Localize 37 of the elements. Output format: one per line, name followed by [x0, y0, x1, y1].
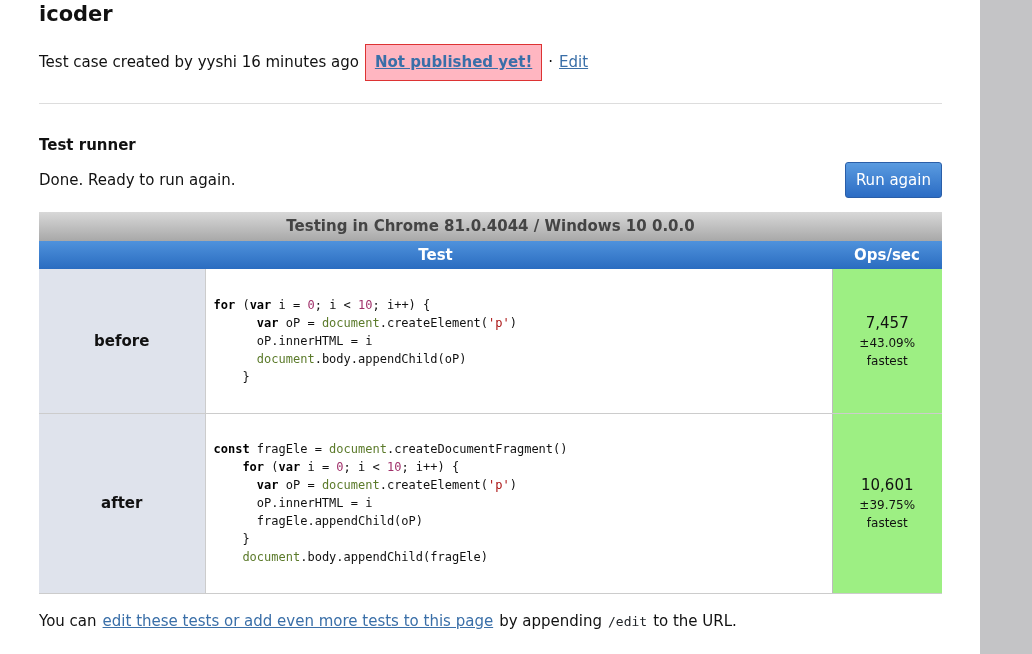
- scrollbar[interactable]: [980, 0, 1032, 654]
- code-line: document.body.appendChild(fragEle): [241, 549, 490, 566]
- column-header: Ops/sec: [832, 241, 942, 269]
- code-line: oP.innerHTML = i: [255, 332, 374, 350]
- code-line: }: [241, 531, 251, 548]
- page-title: icoder: [39, 1, 114, 28]
- run-button[interactable]: Run again: [844, 161, 942, 198]
- status-text: Done. Ready to run again.: [39, 169, 236, 191]
- edit-link[interactable]: Edit: [559, 51, 589, 74]
- rank-text: fastest: [865, 353, 909, 370]
- code-line: const fragEle = document.createDocumentFragment(): [213, 441, 569, 458]
- margin-text: ±43.09%: [858, 335, 917, 352]
- footer-text: by appending: [499, 610, 602, 632]
- code-line: for (var i = 0; i < 10; i++) {: [241, 459, 461, 476]
- code-line: }: [241, 368, 251, 386]
- edit-tests-link[interactable]: edit these tests or add even more tests to this page: [102, 609, 494, 632]
- footer-text: to the URL.: [653, 610, 737, 632]
- ops-value: 10,601: [860, 474, 915, 496]
- test-name-cell: before: [39, 269, 205, 413]
- rank-text: fastest: [865, 515, 909, 533]
- code-line: document.body.appendChild(oP): [255, 350, 468, 368]
- ops-value: 7,457: [864, 312, 910, 334]
- code-line: for (var i = 0; i < 10; i++) {: [213, 296, 432, 314]
- inline-code: /edit: [608, 612, 648, 631]
- footer-text: You can: [39, 610, 97, 632]
- margin-text: ±39.75%: [858, 497, 917, 515]
- separator-text: ·: [548, 52, 554, 73]
- code-line: oP.innerHTML = i: [255, 495, 374, 512]
- test-name-cell: after: [39, 413, 205, 593]
- code-line: fragEle.appendChild(oP): [255, 513, 424, 530]
- meta-text: Test case created by yyshi 16 minutes ago: [39, 52, 359, 73]
- status-link[interactable]: Not published yet!: [364, 44, 543, 81]
- table-caption: Testing in Chrome 81.0.4044 / Windows 10 0.0.0: [39, 212, 942, 241]
- section-heading: Test runner: [39, 135, 137, 154]
- code-line: var oP = document.createElement('p'): [255, 477, 518, 494]
- column-header: Test: [39, 241, 832, 269]
- code-line: var oP = document.createElement('p'): [255, 314, 518, 332]
